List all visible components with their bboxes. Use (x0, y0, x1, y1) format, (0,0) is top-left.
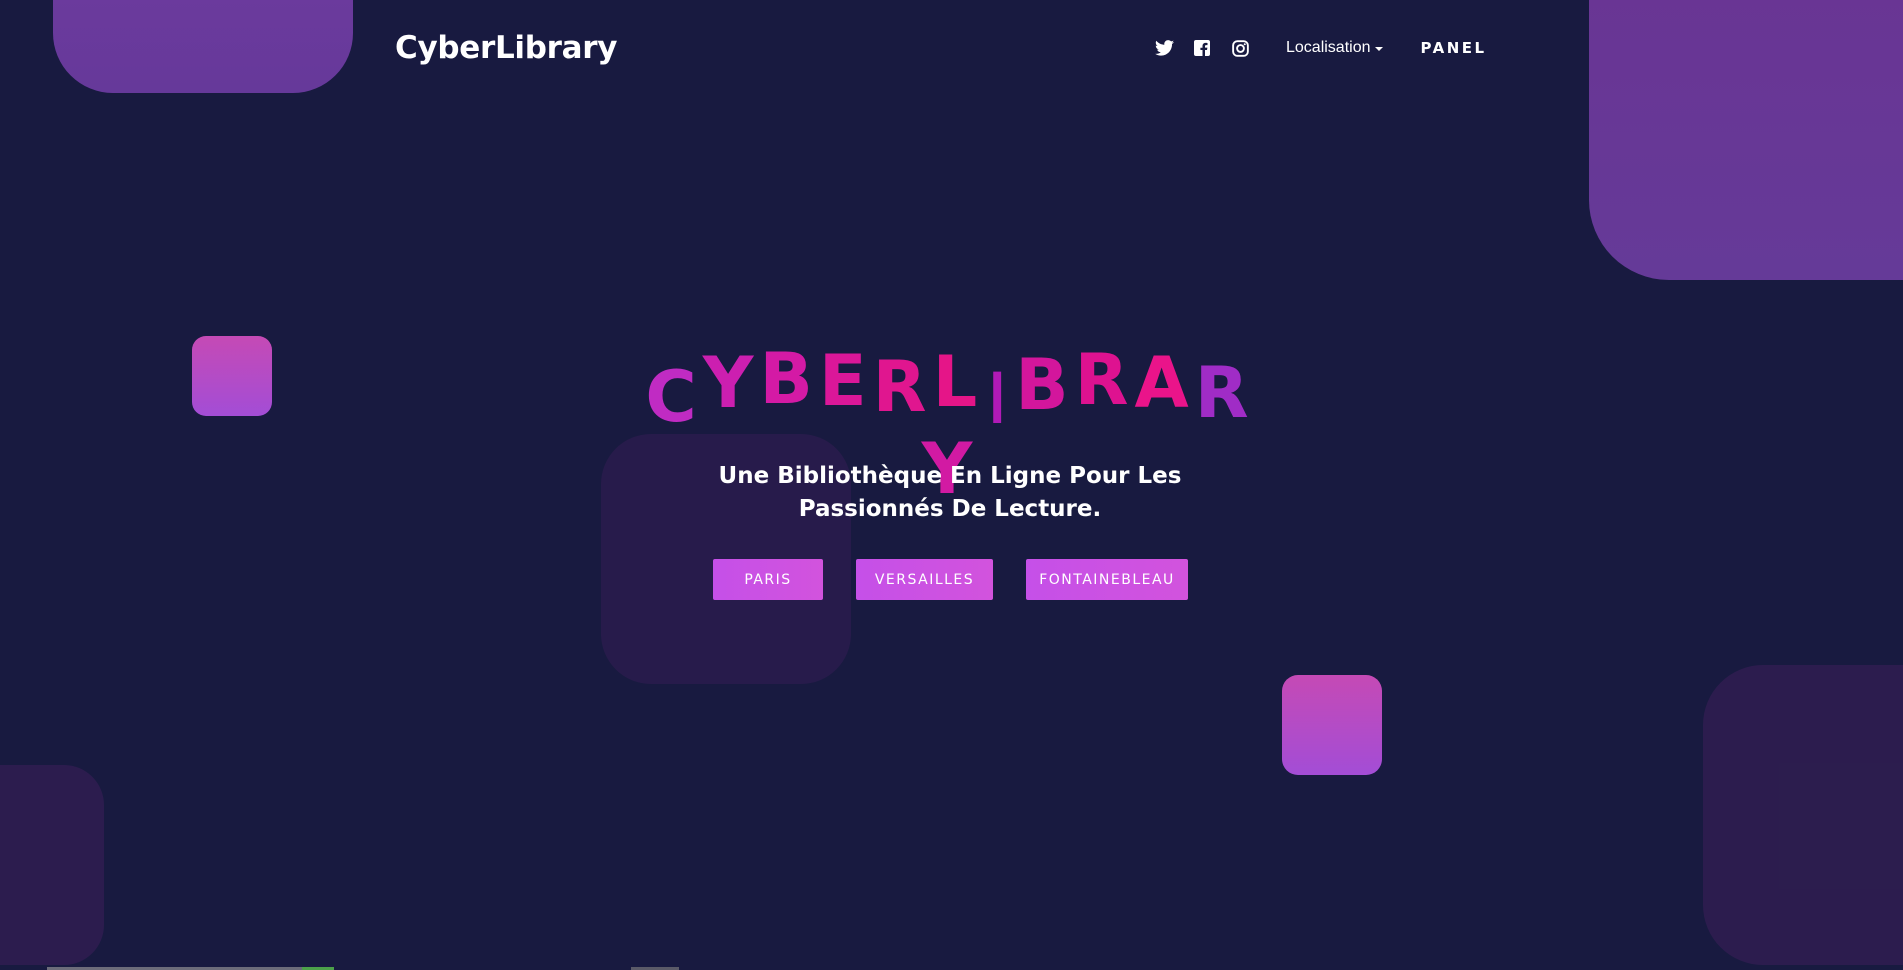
decorative-square-right (1282, 675, 1382, 775)
fontainebleau-button[interactable]: FONTAINEBLEAU (1026, 559, 1188, 600)
hero-title-letter: R (1194, 352, 1255, 434)
hero-title-letter: Y (702, 342, 760, 424)
location-buttons: PARIS VERSAILLES FONTAINEBLEAU (713, 559, 1188, 600)
hero-title-letter: R (872, 346, 933, 428)
chevron-down-icon (1374, 47, 1383, 51)
social-links (1154, 38, 1250, 58)
localisation-dropdown[interactable]: Localisation (1286, 39, 1383, 57)
brand-logo[interactable]: CyberLibrary (395, 30, 617, 66)
hero-title-letter: C (645, 356, 703, 438)
versailles-button[interactable]: VERSAILLES (856, 559, 993, 600)
decorative-square-left (192, 336, 272, 416)
hero-title-letter: E (818, 340, 873, 422)
hero-subtitle: Une Bibliothèque En Ligne Pour Les Passi… (718, 463, 1182, 522)
hero-title-letter: B (759, 338, 819, 420)
paris-button[interactable]: PARIS (713, 559, 823, 600)
hero-title-letter: L (932, 341, 984, 423)
twitter-icon[interactable] (1154, 38, 1174, 58)
localisation-dropdown-label: Localisation (1286, 39, 1371, 56)
decorative-shape-top-right (1589, 0, 1903, 280)
decorative-shape-top-left (53, 0, 353, 93)
decorative-shape-bottom-right (1703, 665, 1903, 965)
decorative-shape-bottom-left (0, 765, 104, 965)
hero-title-letter: A (1134, 342, 1195, 424)
panel-link[interactable]: PANEL (1421, 39, 1487, 57)
facebook-icon[interactable] (1192, 38, 1212, 58)
top-nav: Localisation PANEL (1154, 28, 1487, 68)
hero-title-letter: I (989, 358, 1009, 440)
hero-title-letter: B (1015, 344, 1075, 426)
hero-title-letter: R (1074, 339, 1135, 421)
instagram-icon[interactable] (1230, 38, 1250, 58)
